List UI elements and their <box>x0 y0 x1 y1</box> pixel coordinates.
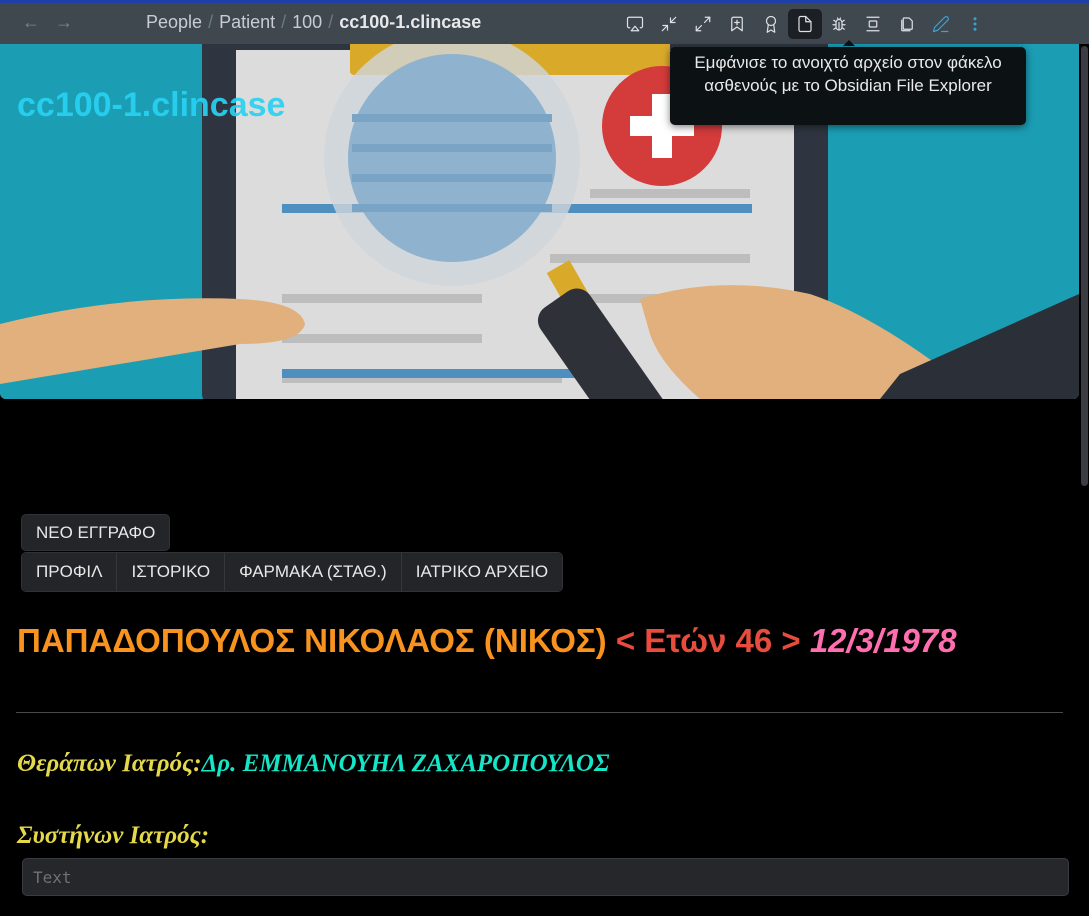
attending-physician: Θεράπων Ιατρός:Δρ. ΕΜΜΑΝΟΥΗΛ ΖΑΧΑΡΟΠΟΥΛΟ… <box>17 750 609 778</box>
patient-tabs: ΠΡΟΦΙΛ ΙΣΤΟΡΙΚΟ ΦΑΡΜΑΚΑ (ΣΤΑΘ.) ΙΑΤΡΙΚΟ … <box>21 552 564 592</box>
tab-history[interactable]: ΙΣΤΟΡΙΚΟ <box>117 553 226 591</box>
breadcrumb-separator: / <box>328 12 334 32</box>
cast-icon <box>626 16 644 32</box>
copy-icon <box>901 17 913 32</box>
more-options-button[interactable] <box>958 9 992 39</box>
edit-button[interactable] <box>924 9 958 39</box>
expand-icon <box>695 16 711 32</box>
award-button[interactable] <box>754 9 788 39</box>
breadcrumb-separator: / <box>208 12 214 32</box>
patient-dob: 12/3/1978 <box>809 622 957 659</box>
pencil-icon <box>932 16 949 33</box>
attending-value: Δρ. ΕΜΜΑΝΟΥΗΛ ΖΑΧΑΡΟΠΟΥΛΟΣ <box>201 750 610 777</box>
breadcrumb-current-file[interactable]: cc100-1.clincase <box>339 12 481 32</box>
file-icon <box>798 15 812 33</box>
attending-label: Θεράπων Ιατρός: <box>17 750 202 777</box>
copy-button[interactable] <box>890 9 924 39</box>
divider <box>16 712 1063 713</box>
breadcrumb: People / Patient/100/cc100-1.clincase <box>146 12 481 33</box>
banner-title: cc100-1.clincase <box>17 86 286 124</box>
back-button[interactable]: ← <box>20 11 42 33</box>
bookmark-plus-button[interactable] <box>720 9 754 39</box>
tooltip-arrow <box>843 40 855 46</box>
tab-medications[interactable]: ΦΑΡΜΑΚΑ (ΣΤΑΘ.) <box>225 553 402 591</box>
debug-button[interactable] <box>822 9 856 39</box>
more-vertical-icon <box>973 17 977 31</box>
breadcrumb-patient[interactable]: Patient <box>219 12 275 32</box>
referring-physician-input[interactable] <box>22 858 1069 896</box>
breadcrumb-separator: / <box>281 12 287 32</box>
align-center-icon <box>866 16 880 32</box>
tab-profile[interactable]: ΠΡΟΦΙΛ <box>22 553 118 591</box>
tab-medical-record[interactable]: ΙΑΤΡΙΚΟ ΑΡΧΕΙΟ <box>401 553 563 591</box>
collapse-button[interactable] <box>652 9 686 39</box>
bug-icon <box>832 17 846 31</box>
breadcrumb-100[interactable]: 100 <box>292 12 322 32</box>
collapse-icon <box>661 16 677 32</box>
tooltip: Εμφάνισε το ανοιχτό αρχείο στον φάκελο α… <box>670 47 1026 125</box>
top-toolbar: ← → People / Patient/100/cc100-1.clincase <box>0 0 1089 44</box>
award-icon <box>765 15 777 33</box>
expand-button[interactable] <box>686 9 720 39</box>
align-button[interactable] <box>856 9 890 39</box>
patient-age: < Ετών 46 > <box>615 622 801 659</box>
patient-header: ΠΑΠΑΔΟΠΟΥΛΟΣ ΝΙΚΟΛΑΟΣ (ΝΙΚΟΣ) < Ετών 46 … <box>17 622 957 660</box>
cast-button[interactable] <box>618 9 652 39</box>
scrollbar[interactable] <box>1081 46 1088 486</box>
arrow-right-icon: → <box>55 12 73 32</box>
reveal-file-button[interactable] <box>788 9 822 39</box>
referring-label: Συστήνων Ιατρός: <box>17 822 210 849</box>
arrow-left-icon: ← <box>22 12 40 32</box>
view-actions <box>618 9 992 39</box>
breadcrumb-people[interactable]: People <box>146 12 202 32</box>
new-document-button[interactable]: ΝΕΟ ΕΓΓΡΑΦΟ <box>21 514 171 551</box>
patient-name: ΠΑΠΑΔΟΠΟΥΛΟΣ ΝΙΚΟΛΑΟΣ (ΝΙΚΟΣ) <box>17 622 607 659</box>
forward-button[interactable]: → <box>53 11 75 33</box>
bookmark-plus-icon <box>731 16 743 32</box>
